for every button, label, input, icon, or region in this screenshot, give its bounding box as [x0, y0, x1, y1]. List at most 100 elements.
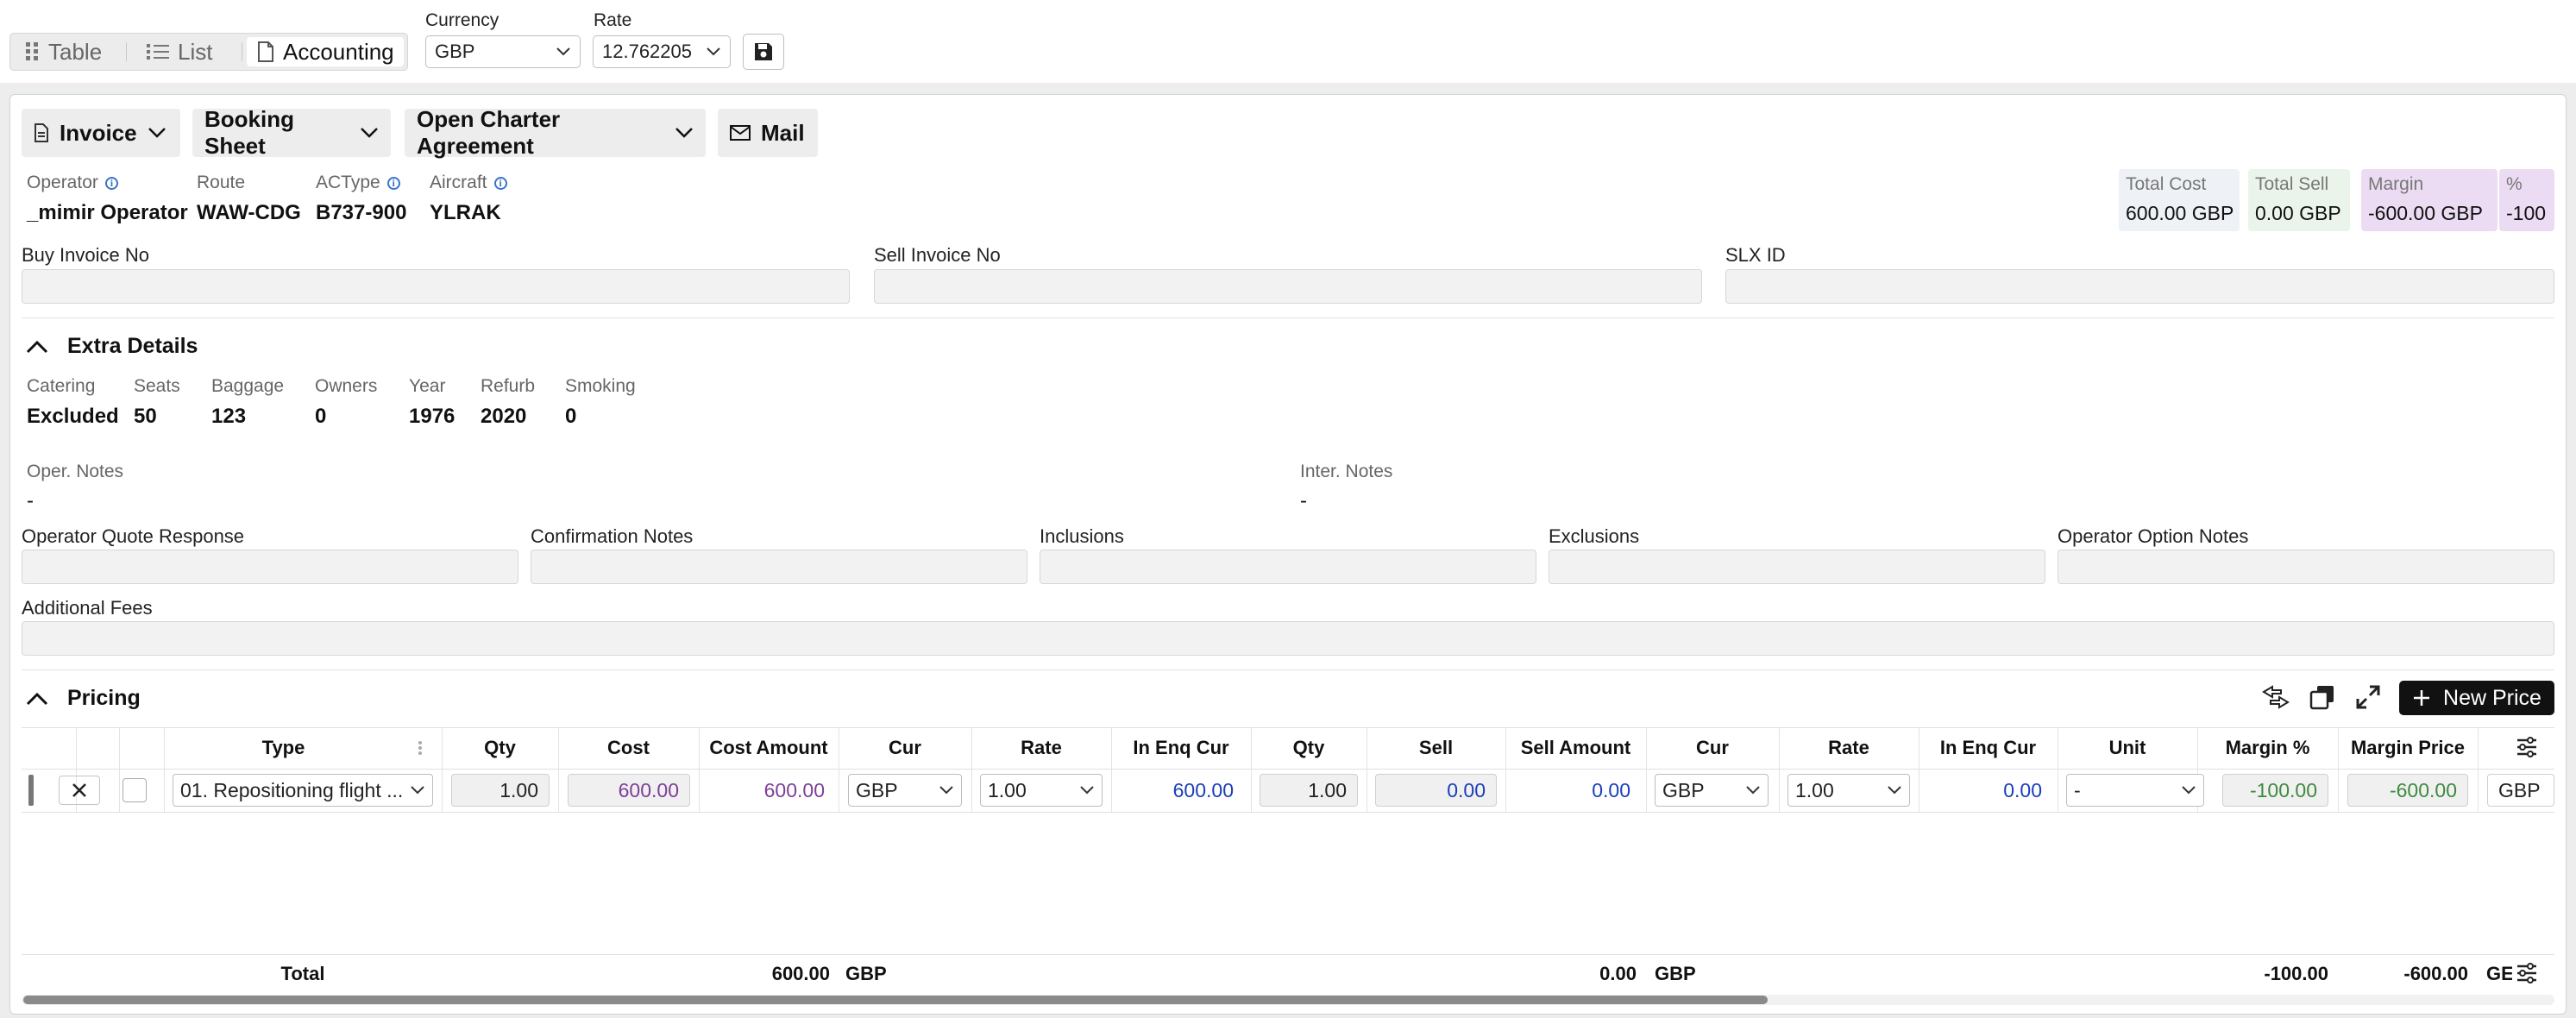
cost-input[interactable]: 600.00: [568, 774, 690, 807]
margin-box: Margin -600.00 GBP: [2361, 169, 2497, 231]
info-icon[interactable]: i: [493, 176, 507, 190]
save-icon: [754, 42, 773, 61]
margin-percent-box: % -100: [2499, 169, 2554, 231]
chevron-down-icon: [360, 127, 379, 139]
pricing-toggle[interactable]: Pricing: [26, 686, 141, 711]
column-resize-icon[interactable]: [418, 740, 423, 756]
actype-label: ACType i: [316, 173, 400, 193]
rate-value: 12.762205: [602, 41, 692, 62]
table-row-border: [22, 812, 2554, 813]
column-settings-icon[interactable]: [2516, 737, 2538, 757]
invoice-button[interactable]: Invoice: [22, 109, 180, 157]
booking-sheet-button[interactable]: Booking Sheet: [192, 106, 391, 159]
col-cost[interactable]: Cost: [558, 733, 699, 763]
sell-invoice-input[interactable]: [874, 269, 1702, 304]
col-qty[interactable]: Qty: [442, 733, 558, 763]
col-cost-in-enq-cur[interactable]: In Enq Cur: [1111, 733, 1251, 763]
exclusions-label: Exclusions: [1549, 525, 1640, 547]
col-cost-amount[interactable]: Cost Amount: [699, 733, 839, 763]
currency-exchange-icon[interactable]: [2260, 683, 2291, 711]
row-checkbox[interactable]: [123, 778, 147, 802]
cost-rate-select[interactable]: 1.00: [980, 774, 1103, 807]
exclusions-input[interactable]: [1549, 550, 2045, 584]
column-separator: [119, 727, 120, 812]
qty-input[interactable]: 1.00: [451, 774, 550, 807]
currency-value: GBP: [435, 41, 475, 62]
slx-id-label: SLX ID: [1725, 244, 1786, 266]
col-margin-percent[interactable]: Margin %: [2197, 733, 2338, 763]
total-cost-label: Total Cost: [2126, 174, 2207, 194]
operator-value: _mimir Operator: [27, 201, 188, 224]
refurb-label: Refurb: [481, 376, 536, 396]
open-charter-agreement-label: Open Charter Agreement: [417, 106, 561, 159]
horizontal-scrollbar-thumb[interactable]: [23, 996, 1768, 1004]
buy-invoice-label: Buy Invoice No: [22, 244, 149, 266]
total-sell-value: 0.00 GBP: [2255, 202, 2341, 224]
tab-accounting[interactable]: Accounting: [247, 37, 404, 66]
total-margin-currency: GE: [2486, 963, 2512, 984]
chevron-down-icon: [1079, 785, 1095, 795]
col-sell-in-enq-cur[interactable]: In Enq Cur: [1919, 733, 2058, 763]
col-sell-rate[interactable]: Rate: [1779, 733, 1919, 763]
total-sell-currency: GBP: [1655, 963, 1696, 984]
mail-button[interactable]: Mail: [718, 109, 818, 157]
column-settings-icon[interactable]: [2516, 963, 2538, 983]
buy-invoice-input[interactable]: [22, 269, 850, 304]
tab-table-label: Table: [48, 38, 103, 65]
view-switcher: Table List Accounting: [9, 33, 408, 71]
tab-accounting-label: Accounting: [283, 38, 394, 65]
sell-qty-input[interactable]: 1.00: [1260, 774, 1358, 807]
sell-input[interactable]: 0.00: [1375, 774, 1497, 807]
operator-option-notes-input[interactable]: [2058, 550, 2554, 584]
cost-currency-value: GBP: [856, 778, 898, 801]
col-type[interactable]: Type: [164, 733, 403, 763]
margin-percent-value: -100: [2506, 202, 2547, 224]
type-select[interactable]: 01. Repositioning flight ...: [173, 774, 433, 807]
extra-details-title: Extra Details: [67, 334, 198, 358]
info-icon[interactable]: i: [386, 176, 400, 190]
new-price-button[interactable]: New Price: [2399, 681, 2554, 715]
open-charter-agreement-button[interactable]: Open Charter Agreement: [405, 106, 706, 159]
owners-label: Owners: [315, 376, 378, 396]
additional-fees-input[interactable]: [22, 621, 2554, 656]
col-sell-cur[interactable]: Cur: [1646, 733, 1779, 763]
oper-notes-value: -: [27, 489, 34, 512]
chevron-down-icon: [1745, 785, 1761, 795]
rate-select[interactable]: 12.762205: [593, 35, 731, 68]
tab-table[interactable]: Table: [14, 37, 112, 66]
margin-percent-input[interactable]: -100.00: [2222, 774, 2328, 807]
extra-details-toggle[interactable]: Extra Details: [26, 334, 198, 359]
tab-list-label: List: [178, 38, 213, 65]
plus-icon: [2412, 688, 2431, 707]
sell-rate-select[interactable]: 1.00: [1787, 774, 1910, 807]
col-margin-price[interactable]: Margin Price: [2338, 733, 2478, 763]
tab-list[interactable]: List: [136, 37, 223, 66]
save-button[interactable]: [743, 34, 784, 70]
row-drag-handle[interactable]: [28, 775, 34, 806]
margin-label: Margin: [2368, 174, 2424, 194]
chevron-down-icon: [556, 47, 571, 57]
copy-icon[interactable]: [2309, 684, 2335, 710]
col-cost-cur[interactable]: Cur: [839, 733, 971, 763]
currency-select[interactable]: GBP: [425, 35, 581, 68]
expand-icon[interactable]: [2355, 684, 2381, 710]
inclusions-input[interactable]: [1040, 550, 1536, 584]
info-icon[interactable]: i: [104, 176, 118, 190]
delete-row-button[interactable]: [59, 776, 100, 805]
operator-quote-response-input[interactable]: [22, 550, 518, 584]
col-sell-amount[interactable]: Sell Amount: [1505, 733, 1646, 763]
slx-id-input[interactable]: [1725, 269, 2554, 304]
cost-currency-select[interactable]: GBP: [848, 774, 962, 807]
margin-currency-select[interactable]: GBP: [2487, 774, 2554, 807]
oper-notes-label: Oper. Notes: [27, 462, 124, 481]
margin-value: -600.00 GBP: [2368, 202, 2483, 224]
col-unit[interactable]: Unit: [2058, 733, 2197, 763]
confirmation-notes-input[interactable]: [531, 550, 1027, 584]
mail-label: Mail: [761, 119, 805, 146]
col-sell-qty[interactable]: Qty: [1251, 733, 1367, 763]
sell-currency-select[interactable]: GBP: [1655, 774, 1769, 807]
margin-price-input[interactable]: -600.00: [2347, 774, 2468, 807]
col-cost-rate[interactable]: Rate: [971, 733, 1111, 763]
col-sell[interactable]: Sell: [1367, 733, 1505, 763]
unit-select[interactable]: -: [2066, 774, 2204, 807]
